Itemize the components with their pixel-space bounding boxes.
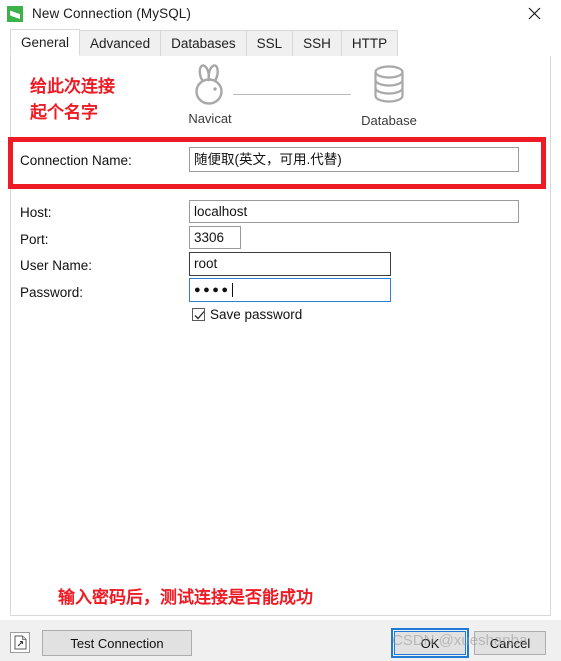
navicat-green-icon bbox=[7, 5, 23, 22]
tab-label: General bbox=[21, 35, 70, 50]
navicat-rabbit-icon bbox=[186, 64, 234, 109]
window-title: New Connection (MySQL) bbox=[32, 6, 192, 21]
tab-advanced[interactable]: Advanced bbox=[79, 30, 162, 56]
text-caret bbox=[231, 283, 233, 297]
diagram-label-database: Database bbox=[361, 113, 417, 128]
connection-name-label: Connection Name: bbox=[20, 153, 132, 168]
password-input[interactable]: ●●●● bbox=[189, 278, 391, 302]
tab-databases[interactable]: Databases bbox=[160, 30, 247, 56]
general-tab-panel: Navicat Database bbox=[10, 56, 551, 616]
diagram-node-navicat: Navicat bbox=[171, 64, 249, 126]
new-connection-dialog: New Connection (MySQL) General Advanced … bbox=[0, 0, 561, 661]
document-arrow-icon[interactable] bbox=[10, 632, 30, 653]
diagram-node-database: Database bbox=[346, 64, 432, 128]
annotation-line-2: 起个名字 bbox=[30, 103, 98, 123]
ok-label: OK bbox=[420, 635, 440, 651]
port-value: 3306 bbox=[194, 229, 225, 245]
user-name-value: root bbox=[194, 256, 218, 272]
connection-name-value: 随便取(英文，可用.代替) bbox=[194, 151, 342, 167]
tab-label: SSL bbox=[256, 36, 283, 51]
annotation-test-connection-hint: 输入密码后，测试连接是否能成功 bbox=[58, 588, 313, 608]
close-icon[interactable] bbox=[513, 0, 555, 27]
checkbox-box[interactable] bbox=[192, 308, 205, 321]
tab-label: Databases bbox=[171, 36, 236, 51]
host-label: Host: bbox=[20, 205, 52, 220]
host-input[interactable]: localhost bbox=[189, 200, 519, 223]
port-input[interactable]: 3306 bbox=[189, 226, 241, 249]
checkmark-icon bbox=[194, 311, 205, 320]
annotation-name-the-connection: 给此次连接 起个名字 bbox=[30, 74, 115, 126]
tab-label: SSH bbox=[303, 36, 331, 51]
tab-ssl[interactable]: SSL bbox=[245, 30, 294, 56]
tab-strip: General Advanced Databases SSL SSH HTTP bbox=[10, 29, 551, 57]
tab-label: Advanced bbox=[90, 36, 151, 51]
save-password-checkbox[interactable]: Save password bbox=[192, 307, 302, 322]
cancel-button[interactable]: Cancel bbox=[474, 631, 546, 655]
diagram-label-navicat: Navicat bbox=[188, 111, 232, 126]
tab-label: HTTP bbox=[351, 36, 388, 51]
title-bar: New Connection (MySQL) bbox=[0, 0, 561, 27]
test-connection-button[interactable]: Test Connection bbox=[42, 630, 192, 656]
diagram-connector-line bbox=[233, 94, 351, 95]
connection-diagram: Navicat Database bbox=[171, 64, 431, 136]
tab-general[interactable]: General bbox=[10, 29, 81, 56]
test-connection-label: Test Connection bbox=[70, 635, 164, 651]
connection-name-input[interactable]: 随便取(英文，可用.代替) bbox=[189, 147, 519, 172]
password-label: Password: bbox=[20, 285, 84, 300]
annotation-line-1: 给此次连接 bbox=[30, 77, 115, 97]
save-password-label: Save password bbox=[210, 307, 303, 322]
user-name-input[interactable]: root bbox=[189, 252, 391, 276]
tab-ssh[interactable]: SSH bbox=[292, 30, 342, 56]
host-value: localhost bbox=[194, 203, 248, 219]
tab-http[interactable]: HTTP bbox=[340, 30, 399, 56]
password-value: ●●●● bbox=[194, 283, 231, 296]
database-cylinder-icon bbox=[369, 65, 409, 111]
port-label: Port: bbox=[20, 232, 49, 247]
user-name-label: User Name: bbox=[20, 258, 93, 273]
ok-button[interactable]: OK bbox=[391, 628, 469, 658]
cancel-label: Cancel bbox=[489, 635, 531, 651]
